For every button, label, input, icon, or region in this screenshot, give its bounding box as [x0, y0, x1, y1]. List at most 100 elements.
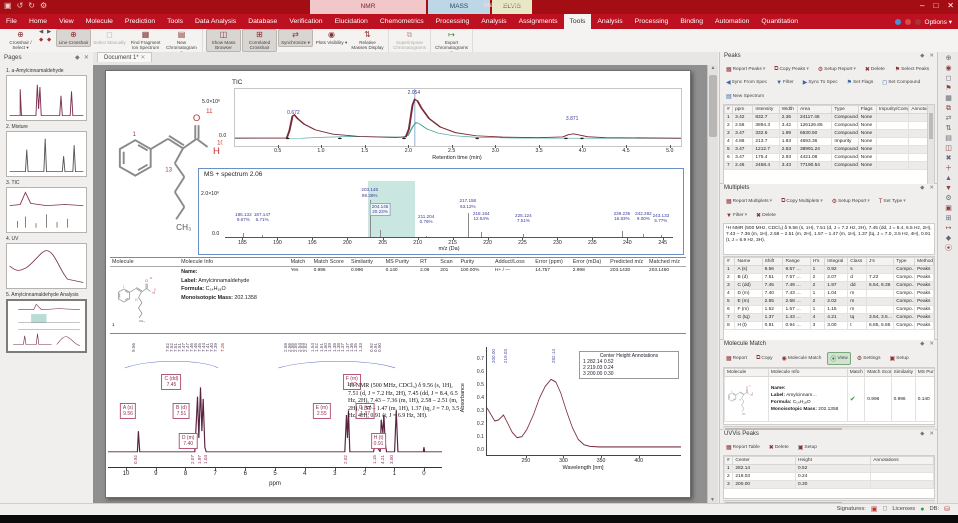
tool-strip-icon[interactable]: ▤ — [945, 135, 952, 142]
licenses-status-icon[interactable]: ● — [920, 506, 924, 513]
page-thumbnail-item[interactable]: 1. a-Amylcinnamaldehyde — [6, 68, 87, 121]
settings-icon[interactable]: ⚙ — [40, 1, 47, 10]
menu-view[interactable]: View — [53, 14, 80, 29]
correlated-crosshair-button[interactable]: ⊞ Correlated Crosshair — [242, 29, 277, 52]
menu-data-analysis[interactable]: Data Analysis — [189, 14, 242, 29]
peaks-table-row[interactable]: 72.462458.43.43 77190.54CompoundNone — [725, 162, 928, 170]
multiplets-table-row[interactable]: 7G (tq)1.371.43 …4 4.21tq3.54, 3.5…Compo… — [725, 314, 934, 322]
peaks-pin-icon[interactable]: ◆ — [920, 53, 924, 59]
tool-strip-icon[interactable]: ⇄ — [946, 115, 952, 122]
peaks-table-row[interactable]: 33.47332.61.99 6630.50CompoundNone — [725, 130, 928, 138]
peaks-toolbar-button[interactable]: ▼ Filter — [773, 78, 797, 88]
multiplets-pin-icon[interactable]: ◆ — [920, 185, 924, 191]
multiplets-table-row[interactable]: 6F (m)1.521.57 …1 1.15mCompo…Peaks — [725, 306, 934, 314]
multiplets-table-row[interactable]: 2B (d)7.517.57 …2 2.07d7.22Compo…Peaks — [725, 274, 934, 282]
page-thumbnail-item[interactable]: 4. UV — [6, 236, 87, 289]
scrollbar-thumb[interactable] — [709, 75, 717, 137]
peaks-toolbar-button[interactable]: ⚙ Setup Report▾ — [815, 64, 859, 75]
page-4-thumbnail[interactable] — [6, 243, 87, 289]
multiplet-box[interactable]: D (m)7.40 — [179, 433, 198, 449]
line-crosshair-button[interactable]: ⊕ Line Crosshair — [56, 29, 91, 47]
multiplet-box[interactable]: B (d)7.51 — [173, 403, 190, 419]
multiplets-toolbar-button[interactable]: T Set Type▾ — [876, 197, 909, 207]
multiplet-box[interactable]: C (dd)7.45 — [162, 374, 182, 390]
superimpose-button[interactable]: ⧉ Superimpose Chromatograms — [392, 29, 427, 52]
mm-molecule-match-button[interactable]: ◉Molecule Match — [779, 353, 825, 364]
tab-mass-tools[interactable]: Tools — [564, 14, 592, 29]
mm-view-button[interactable]: ⦿View — [827, 352, 850, 365]
peaks-toolbar-button[interactable]: ▶ Sync To Spec — [800, 77, 841, 88]
mini-tools-stack[interactable]: ◀ ▶ ◆ ◆ — [39, 29, 55, 45]
ms-spectrum-box[interactable]: MS + spectrum 2.06 185.1329.67% — [198, 168, 684, 255]
tool-strip-icon[interactable]: ▦ — [945, 95, 952, 102]
page-thumbnail-item[interactable]: 5. Amylcinnamaldehyde Analysis — [6, 292, 87, 353]
show-mass-browser-button[interactable]: ◫ Show Mass Browser — [206, 29, 241, 52]
peaks-close-icon[interactable]: ✕ — [929, 53, 934, 59]
uvvis-toolbar-button[interactable]: ▦ Report Table — [723, 442, 763, 453]
signature-icon[interactable]: ▣ — [871, 505, 878, 513]
tool-strip-icon[interactable]: ◫ — [945, 145, 952, 152]
peaks-table-row[interactable]: 44.86213.71.83 4693.36ImpurityNone — [725, 138, 928, 146]
restore-button[interactable]: □ — [933, 1, 938, 10]
tool-strip-icon[interactable]: ◉ — [945, 65, 951, 72]
uv-annotations-box[interactable]: Center Height Annotations 1 282.14 0.52 … — [579, 351, 679, 379]
redo-icon[interactable]: ↻ — [28, 1, 35, 10]
menu-prediction[interactable]: Prediction — [119, 14, 161, 29]
tool-strip-icon[interactable]: ▣ — [945, 205, 952, 212]
undo-icon[interactable]: ↺ — [17, 1, 24, 10]
menu-binding[interactable]: Binding — [674, 14, 709, 29]
tab-mass-analysis[interactable]: Analysis — [591, 14, 628, 29]
account-icon[interactable] — [915, 19, 921, 25]
peaks-toolbar-button[interactable]: ▤ New Spectrum — [723, 91, 767, 102]
pages-pin-icon[interactable]: ◆ — [75, 54, 80, 61]
peaks-toolbar-button[interactable]: ▦ Report Peaks▾ — [723, 64, 768, 75]
tool-strip-icon[interactable]: ▲ — [945, 175, 952, 182]
menu-verification[interactable]: Verification — [283, 14, 328, 29]
document-tab[interactable]: Document 1* ✕ — [97, 52, 152, 62]
peaks-toolbar-button[interactable]: ✖ Delete — [862, 64, 889, 75]
find-fragment-button[interactable]: ▦ Find Fragment Ion Spectrum — [128, 29, 163, 52]
menu-home[interactable]: Home — [23, 14, 53, 29]
uv-plot[interactable]: Absorbance 200.00219.03282.14 Center Hei… — [458, 343, 686, 493]
tab-nmr-processing[interactable]: Processing — [430, 14, 476, 29]
multiplets-toolbar-button[interactable]: ⧉ Copy Multiplets▾ — [778, 196, 826, 207]
multiplets-table-row[interactable]: 1A (s)9.569.57 …1 0.92sCompo…Peaks — [725, 266, 934, 274]
db-status-icon[interactable]: ⛁ — [944, 505, 950, 513]
page-3-thumbnail[interactable] — [6, 187, 87, 233]
tab-nmr-assignments[interactable]: Assignments — [513, 14, 564, 29]
multiplets-table-row[interactable]: 5E (m)2.552.58 …2 2.02mCompo…Peaks — [725, 298, 934, 306]
multiplet-box[interactable]: A (s)9.56 — [120, 403, 136, 419]
tool-strip-icon[interactable]: ⇅ — [946, 125, 952, 132]
menu-molecule[interactable]: Molecule — [80, 14, 119, 29]
multiplets-toolbar-button[interactable]: ⚙ Setup Report▾ — [829, 196, 873, 207]
db-label[interactable]: DB: — [929, 506, 939, 512]
uvvis-table-row[interactable]: 2219.030.24 — [725, 473, 934, 481]
tool-strip-icon[interactable]: ✖ — [946, 155, 952, 162]
peaks-toolbar-button[interactable]: ⚑ Set Flags — [844, 77, 877, 88]
licenses-label[interactable]: Licenses — [892, 506, 915, 512]
ms-plot[interactable]: 185.1329.67% 187.1476.71% — [225, 181, 673, 238]
molecule-match-row[interactable]: Name: Label: Amylcinnam… Formula: C₁₄H₁₈… — [725, 377, 936, 422]
multiplets-report-text[interactable]: ¹H NMR (500 MHz, CDCl₃) δ 9.56 (s, 1H), … — [723, 223, 935, 255]
document-vertical-scrollbar[interactable]: ▲ ▼ — [707, 65, 718, 503]
tic-plot[interactable]: 0.672 2.054 3.871 — [234, 88, 682, 147]
tab-elvis-processing[interactable]: Processing — [629, 14, 675, 29]
menu-elucidation[interactable]: Elucidation — [329, 14, 374, 29]
tab-nmr-analysis[interactable]: Analysis — [475, 14, 512, 29]
flask2-icon[interactable]: ◆ — [47, 37, 55, 45]
multiplet-box[interactable]: E (m)2.55 — [313, 403, 331, 419]
uvvis-pin-icon[interactable]: ◆ — [920, 431, 924, 437]
tool-strip-icon[interactable]: ⦿ — [945, 245, 952, 252]
next-icon[interactable]: ▶ — [47, 29, 55, 37]
page-thumbnail-item[interactable]: 3. TIC — [6, 180, 87, 233]
nmr-report-text[interactable]: ¹H NMR (500 MHz, CDCl₃) δ 9.56 (s, 1H), … — [348, 383, 464, 463]
multiplets-close-icon[interactable]: ✕ — [929, 185, 934, 191]
page-thumbnail-item[interactable]: 2. Mixture — [6, 124, 87, 177]
tool-strip-icon[interactable]: ◻ — [946, 75, 952, 82]
crosshair-select-button[interactable]: ⊕ Crosshair / Select ▾ — [3, 29, 38, 52]
peaks-toolbar-button[interactable]: ⧉ Copy Peaks▾ — [771, 64, 812, 75]
tool-strip-icon[interactable]: ↦ — [946, 225, 952, 232]
peaks-table-row[interactable]: 53.471212.72.53 38991.24CompoundNone — [725, 146, 928, 154]
multiplets-toolbar-button[interactable]: ▦ Report Multiplets▾ — [723, 196, 775, 207]
page-2-thumbnail[interactable] — [6, 131, 87, 177]
